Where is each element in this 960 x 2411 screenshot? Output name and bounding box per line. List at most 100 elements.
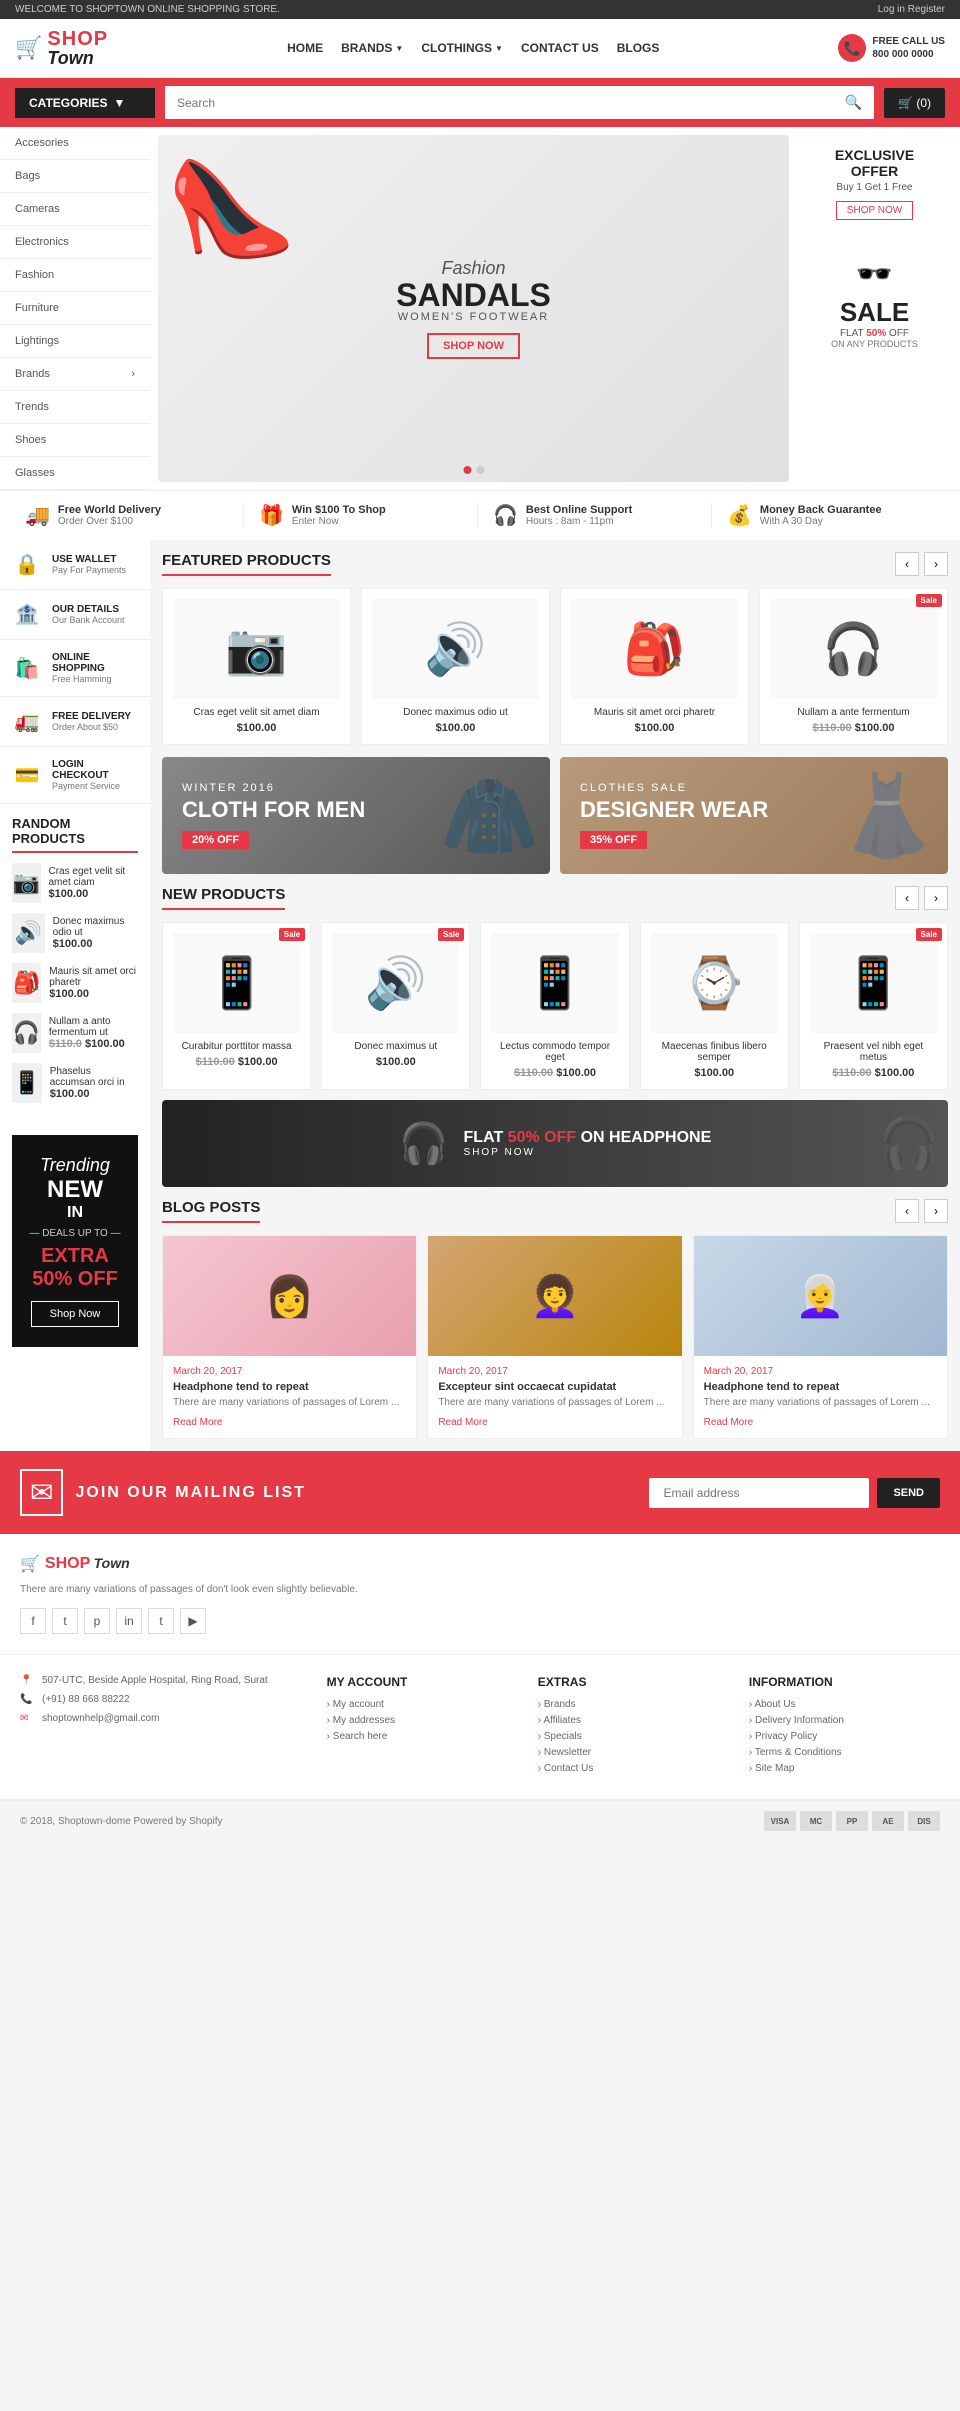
my-addresses-link[interactable]: My addresses: [327, 1715, 518, 1726]
blog-date-2: March 20, 2017: [438, 1366, 671, 1377]
extras-contact-link[interactable]: Contact Us: [538, 1763, 729, 1774]
register-link[interactable]: Register: [908, 4, 945, 15]
mastercard-icon: MC: [800, 1811, 832, 1831]
hero-shop-now-button[interactable]: SHOP NOW: [427, 333, 520, 359]
blog-next-button[interactable]: ›: [924, 1199, 948, 1223]
footer-logo-town: Town: [94, 1555, 130, 1571]
widget-free-delivery[interactable]: 🚛 FREE DELIVERY Order About $50: [0, 697, 150, 747]
sidebar-item-fashion[interactable]: Fashion: [0, 259, 150, 292]
contact-phone: 📞 (+91) 88 668 88222: [20, 1694, 307, 1705]
main-nav: HOME BRANDS ▼ CLOTHINGS ▼ CONTACT US BLO…: [287, 41, 659, 55]
new-product-grid: Sale 📱 Curabitur porttitor massa $110.00…: [162, 922, 948, 1090]
search-input[interactable]: [165, 86, 833, 119]
my-account-link[interactable]: My account: [327, 1699, 518, 1710]
nav-contact[interactable]: CONTACT US: [521, 41, 599, 55]
exclusive-shop-now-button[interactable]: SHOP NOW: [836, 201, 913, 220]
my-account-title: MY ACCOUNT: [327, 1675, 518, 1689]
categories-button[interactable]: CATEGORIES ▼: [15, 88, 155, 118]
info-sitemap-link[interactable]: Site Map: [749, 1763, 940, 1774]
info-privacy-link[interactable]: Privacy Policy: [749, 1731, 940, 1742]
new-product-card-3: 📱 Lectus commodo tempor eget $110.00 $10…: [480, 922, 629, 1090]
logo-town: Town: [47, 49, 108, 67]
payment-icons: VISA MC PP AE DIS: [764, 1811, 940, 1831]
login-link[interactable]: Log in: [878, 4, 905, 15]
new-sale-badge-5: Sale: [916, 928, 942, 941]
trending-shop-now-button[interactable]: Shop Now: [31, 1301, 120, 1327]
feature-support-sub: Hours : 8am - 11pm: [526, 516, 632, 527]
tumblr-icon[interactable]: t: [148, 1608, 174, 1634]
trending-box: Trending NEW IN — DEALS UP TO — EXTRA 50…: [12, 1135, 138, 1347]
extras-newsletter-link[interactable]: Newsletter: [538, 1747, 729, 1758]
new-products-next-button[interactable]: ›: [924, 886, 948, 910]
welcome-message: WELCOME TO SHOPTOWN ONLINE SHOPPING STOR…: [15, 4, 280, 15]
info-delivery-link[interactable]: Delivery Information: [749, 1715, 940, 1726]
widget-delivery-title: FREE DELIVERY: [52, 711, 131, 722]
sidebar-item-cameras[interactable]: Cameras: [0, 193, 150, 226]
hero-area: 👠 Fashion SANDALS WOMEN'S FOOTWEAR SHOP …: [150, 127, 960, 490]
dot-2[interactable]: [476, 466, 484, 474]
new-product-name-4: Maecenas finibus libero semper: [651, 1041, 778, 1063]
extras-title: EXTRAS: [538, 1675, 729, 1689]
promo-banners: 🧥 WINTER 2016 CLOTH FOR MEN 20% OFF 👗 CL…: [162, 757, 948, 874]
blog-read-more-1[interactable]: Read More: [173, 1417, 222, 1428]
sidebar-item-accessories[interactable]: Accesories: [0, 127, 150, 160]
rand-name-1: Cras eget velit sit amet ciam: [49, 866, 139, 888]
search-here-link[interactable]: Search here: [327, 1731, 518, 1742]
widget-delivery-sub: Order About $50: [52, 722, 131, 732]
featured-title: FEATURED PRODUCTS: [162, 552, 331, 576]
blog-date-3: March 20, 2017: [704, 1366, 937, 1377]
facebook-icon[interactable]: f: [20, 1608, 46, 1634]
feature-win-sub: Enter Now: [292, 516, 386, 527]
blog-prev-button[interactable]: ‹: [895, 1199, 919, 1223]
extras-affiliates-link[interactable]: Affiliates: [538, 1715, 729, 1726]
nav-brands[interactable]: BRANDS ▼: [341, 41, 403, 55]
search-button[interactable]: 🔍: [833, 86, 874, 119]
cart-button[interactable]: 🛒 (0): [884, 88, 945, 118]
youtube-icon[interactable]: ▶: [180, 1608, 206, 1634]
discover-icon: DIS: [908, 1811, 940, 1831]
nav-clothings[interactable]: CLOTHINGS ▼: [421, 41, 503, 55]
blog-title-1: Headphone tend to repeat: [173, 1381, 406, 1393]
featured-next-button[interactable]: ›: [924, 552, 948, 576]
rand-name-2: Donec maximus odio ut: [53, 916, 138, 938]
featured-header: FEATURED PRODUCTS ‹ ›: [162, 552, 948, 576]
footer-contact-col: 📍 507-UTC, Beside Apple Hospital, Ring R…: [20, 1675, 307, 1779]
sidebar-item-electronics[interactable]: Electronics: [0, 226, 150, 259]
featured-prev-button[interactable]: ‹: [895, 552, 919, 576]
widget-checkout-title: LOGIN CHECKOUT: [52, 759, 138, 781]
sidebar-item-trends[interactable]: Trends: [0, 391, 150, 424]
extras-specials-link[interactable]: Specials: [538, 1731, 729, 1742]
blog-date-1: March 20, 2017: [173, 1366, 406, 1377]
new-products-prev-button[interactable]: ‹: [895, 886, 919, 910]
search-row: CATEGORIES ▼ 🔍 🛒 (0): [0, 78, 960, 127]
hero-section: Accesories Bags Cameras Electronics Fash…: [0, 127, 960, 490]
buy-one-sub: Buy 1 Get 1 Free: [809, 182, 940, 193]
sidebar-item-shoes[interactable]: Shoes: [0, 424, 150, 457]
sidebar-item-lightings[interactable]: Lightings: [0, 325, 150, 358]
sidebar-item-furniture[interactable]: Furniture: [0, 292, 150, 325]
info-terms-link[interactable]: Terms & Conditions: [749, 1747, 940, 1758]
widget-online-shopping[interactable]: 🛍️ ONLINE SHOPPING Free Hamming: [0, 640, 150, 697]
twitter-icon[interactable]: t: [52, 1608, 78, 1634]
widget-use-wallet[interactable]: 🔒 USE WALLET Pay For Payments: [0, 540, 150, 590]
blog-read-more-3[interactable]: Read More: [704, 1417, 753, 1428]
sidebar-item-brands[interactable]: Brands ›: [0, 358, 150, 391]
headphone-banner-text: FLAT 50% OFF ON HEADPHONE: [464, 1129, 712, 1147]
dot-1[interactable]: [463, 466, 471, 474]
send-button[interactable]: SEND: [877, 1478, 940, 1508]
feature-win-title: Win $100 To Shop: [292, 504, 386, 516]
widget-our-details[interactable]: 🏦 OUR DETAILS Our Bank Account: [0, 590, 150, 640]
nav-home[interactable]: HOME: [287, 41, 323, 55]
sidebar-item-glasses[interactable]: Glasses: [0, 457, 150, 490]
email-input[interactable]: [649, 1478, 869, 1508]
info-about-link[interactable]: About Us: [749, 1699, 940, 1710]
pinterest-icon[interactable]: p: [84, 1608, 110, 1634]
nav-blogs[interactable]: BLOGS: [617, 41, 660, 55]
widget-login-checkout[interactable]: 💳 LOGIN CHECKOUT Payment Service: [0, 747, 150, 804]
sidebar-item-bags[interactable]: Bags: [0, 160, 150, 193]
blog-read-more-2[interactable]: Read More: [438, 1417, 487, 1428]
rand-name-3: Mauris sit amet orci pharetr: [49, 966, 138, 988]
extras-brands-link[interactable]: Brands: [538, 1699, 729, 1710]
contact-address: 📍 507-UTC, Beside Apple Hospital, Ring R…: [20, 1675, 307, 1686]
instagram-icon[interactable]: in: [116, 1608, 142, 1634]
